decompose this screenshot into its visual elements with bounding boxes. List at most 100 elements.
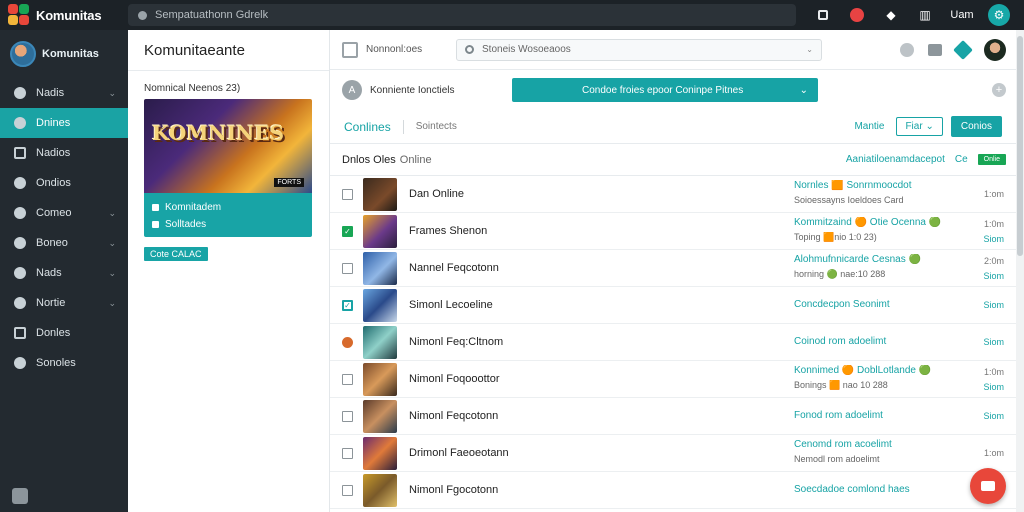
member-name[interactable]: Simonl Lecoeline bbox=[409, 299, 769, 311]
row-checkbox[interactable] bbox=[342, 188, 353, 200]
member-name[interactable]: Nimonl Fgocotonn bbox=[409, 484, 769, 496]
settings-icon[interactable] bbox=[12, 488, 28, 504]
chevron-down-icon[interactable]: ⌄ bbox=[108, 238, 116, 249]
primary-button[interactable]: Conios bbox=[950, 116, 1002, 137]
member-status[interactable]: Alohmufnnicarde Cesnas 🟢 bbox=[794, 254, 964, 269]
member-name[interactable]: Dan Online bbox=[409, 188, 769, 200]
member-status[interactable]: Kommitzaind 🟠 Otie Ocenna 🟢 bbox=[794, 217, 964, 232]
time-link[interactable]: Siom bbox=[983, 234, 1004, 248]
game-card[interactable]: KOMNINES FORTS Komnitadem Solltades bbox=[144, 99, 312, 237]
table-row[interactable]: Nimonl Foqooottor Konnimed 🟠 DoblLotlande… bbox=[330, 361, 1016, 398]
table-row[interactable]: Dan Online Nornles 🟧 Sonrnmoocdot Soioessa… bbox=[330, 176, 1016, 213]
chevron-down-icon[interactable]: ⌄ bbox=[108, 208, 116, 219]
row-checkbox[interactable] bbox=[342, 484, 353, 496]
member-name[interactable]: Nimonl Foqooottor bbox=[409, 373, 769, 385]
sidebar-item-nadis[interactable]: Nadis ⌄ bbox=[0, 78, 128, 108]
diamond-icon[interactable] bbox=[953, 39, 973, 60]
sidebar-item-comeo[interactable]: Comeo ⌄ bbox=[0, 198, 128, 228]
brand[interactable]: Komunitas bbox=[0, 4, 128, 26]
game-banner-image: KOMNINES FORTS bbox=[144, 99, 312, 193]
member-status[interactable]: Nornles 🟧 Sonrnmoocdot bbox=[794, 180, 964, 195]
scrollbar[interactable] bbox=[1016, 30, 1024, 512]
game-info-line[interactable]: Solltades bbox=[152, 216, 304, 233]
row-checkbox[interactable] bbox=[342, 336, 353, 348]
member-status[interactable]: Cenomd rom acoelimt bbox=[794, 439, 964, 454]
square-icon bbox=[14, 147, 26, 159]
time-link[interactable]: Siom bbox=[983, 337, 1004, 351]
sort-name-link[interactable]: Mantie bbox=[854, 121, 884, 132]
member-name[interactable]: Frames Shenon bbox=[409, 225, 769, 237]
member-name[interactable]: Nimonl Feq:Cltnom bbox=[409, 336, 769, 348]
scrollbar-thumb[interactable] bbox=[1017, 36, 1023, 256]
sidebar-item-nadios[interactable]: Nadios bbox=[0, 138, 128, 168]
game-info-line[interactable]: Komnitadem bbox=[152, 199, 304, 216]
notification-icon[interactable] bbox=[840, 0, 874, 30]
image-icon[interactable] bbox=[928, 43, 942, 56]
tab-conlines[interactable]: Conlines bbox=[344, 120, 391, 134]
book-icon[interactable]: ▥ bbox=[908, 0, 942, 30]
table-row[interactable]: Nimonl Feqcotonn Fonod rom adoelimt Siom bbox=[330, 398, 1016, 435]
table-row[interactable]: ✓ Simonl Lecoeline Concdecpon Seonimt Siom bbox=[330, 287, 1016, 324]
member-status[interactable]: Konnimed 🟠 DoblLotlande 🟢 bbox=[794, 365, 964, 380]
chevron-down-icon[interactable]: ⌄ bbox=[108, 268, 116, 279]
diamond-icon[interactable]: ◆ bbox=[874, 0, 908, 30]
status-badge: Onlie bbox=[977, 154, 1006, 165]
group-icon: A bbox=[342, 80, 362, 100]
sidebar-item-nortie[interactable]: Nortie ⌄ bbox=[0, 288, 128, 318]
info-icon[interactable] bbox=[900, 42, 914, 57]
chevron-down-icon[interactable]: ⌄ bbox=[108, 88, 116, 99]
member-meta: Konnimed 🟠 DoblLotlande 🟢 Bonings 🟧 nao 1… bbox=[794, 365, 964, 394]
sidebar-item-donles[interactable]: Donles bbox=[0, 318, 128, 348]
chevron-down-icon[interactable]: ⌄ bbox=[108, 298, 116, 309]
member-status[interactable]: Fonod rom adoelimt bbox=[794, 410, 964, 425]
table-row[interactable]: ✓ Frames Shenon Kommitzaind 🟠 Otie Ocenna … bbox=[330, 213, 1016, 250]
window-icon[interactable] bbox=[806, 0, 840, 30]
row-checkbox[interactable]: ✓ bbox=[342, 225, 353, 237]
time-link[interactable]: Siom bbox=[983, 411, 1004, 425]
sidebar-item-dnines[interactable]: Dnines bbox=[0, 108, 136, 138]
chat-fab-button[interactable] bbox=[970, 468, 1006, 504]
member-name[interactable]: Nimonl Feqcotonn bbox=[409, 410, 769, 422]
main-search-input[interactable]: Stoneis Wosoeaoos ⌄ bbox=[456, 38, 822, 61]
top-user-label[interactable]: Uam bbox=[942, 9, 982, 21]
table-row[interactable]: Drimonl Faeoeotann Cenomd rom acoelimt Nem… bbox=[330, 435, 1016, 472]
row-checkbox[interactable] bbox=[342, 373, 353, 385]
row-checkbox[interactable]: ✓ bbox=[342, 299, 353, 311]
member-status[interactable]: Coinod rom adoelimt bbox=[794, 336, 964, 351]
list-header-link[interactable]: Aaniatiloenamdacepot bbox=[846, 154, 945, 165]
time-link[interactable]: Siom bbox=[983, 300, 1004, 314]
sidebar-profile[interactable]: Komunitas bbox=[0, 30, 128, 78]
table-row[interactable]: Nannel Feqcotonn Alohmufnnicarde Cesnas 🟢… bbox=[330, 250, 1016, 287]
profile-icon[interactable]: ⚙ bbox=[982, 0, 1016, 30]
member-meta: Cenomd rom acoelimt Nemodl rom adoelimt bbox=[794, 439, 964, 468]
chevron-down-icon[interactable]: ⌄ bbox=[806, 45, 813, 54]
selector-label: Konniente Ionctiels bbox=[370, 84, 455, 96]
member-name[interactable]: Drimonl Faeoeotann bbox=[409, 447, 769, 459]
filter-button[interactable]: Fiar ⌄ bbox=[896, 117, 943, 136]
sidebar-item-boneo[interactable]: Boneo ⌄ bbox=[0, 228, 128, 258]
time-link[interactable]: Siom bbox=[983, 271, 1004, 285]
member-name[interactable]: Nannel Feqcotonn bbox=[409, 262, 769, 274]
tab-sointects[interactable]: Sointects bbox=[416, 121, 457, 132]
chat-icon bbox=[981, 481, 995, 491]
community-select[interactable]: Condoe froies epoor Coninpe Pitnes ⌄ bbox=[512, 78, 818, 102]
avatar[interactable] bbox=[984, 38, 1006, 61]
sidebar-item-ondios[interactable]: Ondios bbox=[0, 168, 128, 198]
sidebar-item-sonoles[interactable]: Sonoles bbox=[0, 348, 128, 378]
search-icon bbox=[465, 45, 474, 54]
table-row[interactable]: Nimonl Fgocotonn Soecdadoe comlond haes bbox=[330, 472, 1016, 509]
list-header-link-2[interactable]: Ce bbox=[955, 154, 968, 165]
row-checkbox[interactable] bbox=[342, 410, 353, 422]
sidebar-item-nads[interactable]: Nads ⌄ bbox=[0, 258, 128, 288]
bullet-icon bbox=[152, 204, 159, 211]
time-label: 1:om bbox=[983, 448, 1004, 458]
table-row[interactable]: Nimonl Feq:Cltnom Coinod rom adoelimt Siom bbox=[330, 324, 1016, 361]
add-icon[interactable]: + bbox=[992, 83, 1006, 97]
top-search-input[interactable]: Sempatuathonn Gdrelk bbox=[128, 4, 796, 26]
time-link[interactable]: Siom bbox=[983, 382, 1004, 396]
row-checkbox[interactable] bbox=[342, 447, 353, 459]
member-status[interactable]: Soecdadoe comlond haes bbox=[794, 484, 964, 499]
member-status[interactable]: Concdecpon Seonimt bbox=[794, 299, 964, 314]
community-tag[interactable]: Cote CALAC bbox=[144, 247, 208, 261]
row-checkbox[interactable] bbox=[342, 262, 353, 274]
